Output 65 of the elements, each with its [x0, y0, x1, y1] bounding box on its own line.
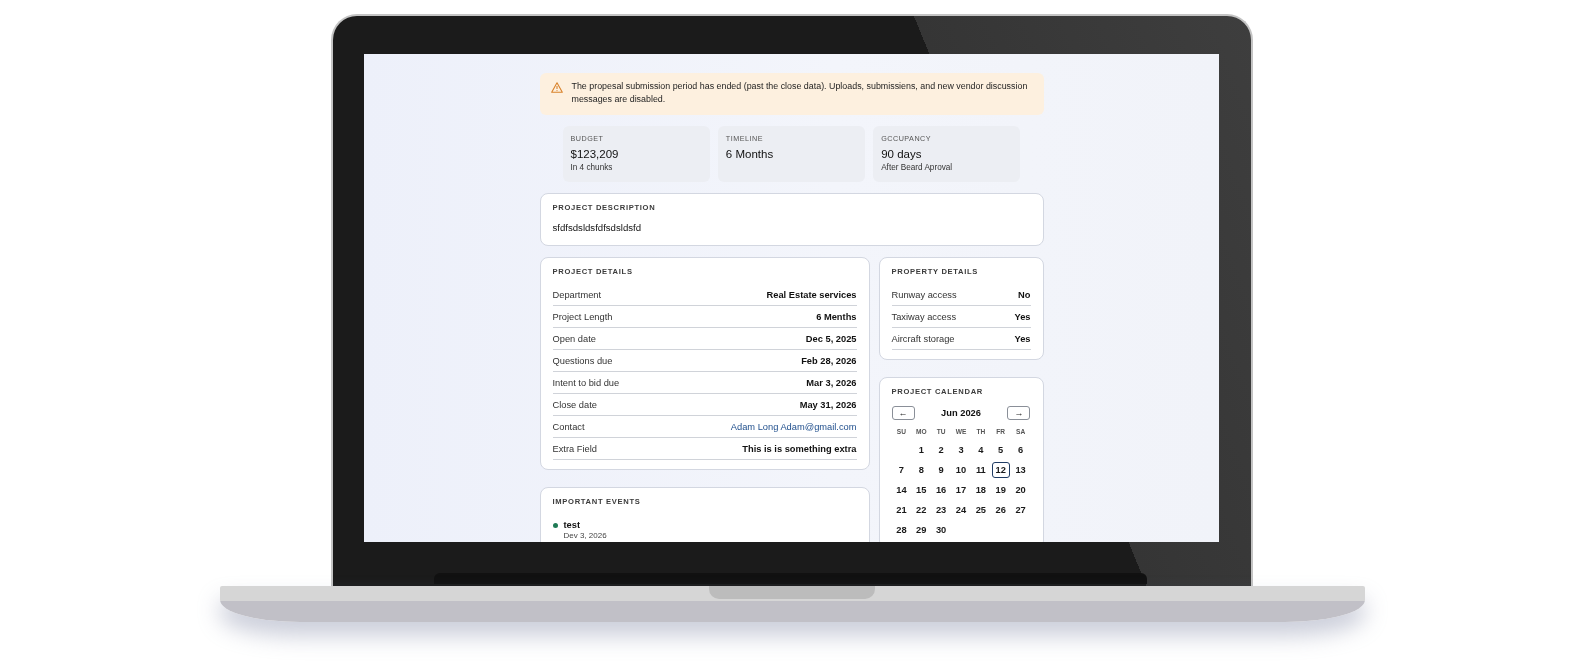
detail-label: Open date: [552, 333, 596, 344]
alert-message: The propesal submission period has ended (past the close data). Uploads, submissiens, and new vendor discussion messages are disabled.: [571, 80, 1029, 106]
detail-label: Contact: [552, 421, 585, 432]
calendar-day[interactable]: 7: [892, 462, 911, 478]
calendar-day[interactable]: 18: [971, 482, 990, 498]
calendar-day[interactable]: 29: [912, 522, 931, 538]
calendar-day[interactable]: 20: [1011, 482, 1030, 498]
calendar-day[interactable]: 13: [1011, 462, 1030, 478]
detail-label: Intent to bid due: [552, 377, 620, 388]
detail-value: Dec 5, 2025: [805, 333, 857, 344]
calendar-day[interactable]: 3: [952, 442, 970, 458]
calendar-day[interactable]: 6: [1011, 442, 1030, 458]
calendar-day[interactable]: 28: [892, 522, 911, 538]
prev-month-button[interactable]: ←: [891, 405, 915, 420]
stat-value: 6 Months: [725, 147, 775, 161]
calendar-day[interactable]: 24: [952, 502, 970, 518]
detail-value: May 31, 2026: [799, 399, 857, 410]
calendar-day[interactable]: 9: [932, 462, 951, 478]
next-month-button[interactable]: →: [1007, 405, 1031, 420]
calendar-day[interactable]: 1: [912, 442, 931, 458]
detail-label: Aircraft storage: [891, 333, 955, 344]
detail-label: Department: [552, 289, 602, 300]
calendar-day[interactable]: 16: [932, 482, 951, 498]
calendar-day[interactable]: 10: [952, 462, 970, 478]
detail-label: Project Length: [552, 311, 613, 322]
event-date: Dev 3, 2026: [563, 531, 607, 541]
contact-link[interactable]: Adam Long Adam@gmail.com: [730, 421, 857, 432]
detail-value: Feb 28, 2026: [801, 355, 857, 366]
calendar-day[interactable]: 19: [991, 482, 1010, 498]
calendar-day[interactable]: 30: [932, 522, 951, 538]
calendar-day[interactable]: 15: [912, 482, 931, 498]
stat-note: In 4 chunks: [570, 163, 614, 173]
calendar-day[interactable]: 17: [952, 482, 970, 498]
warning-icon: [550, 82, 563, 93]
detail-value: Real Estate services: [766, 289, 857, 300]
calendar-day[interactable]: 23: [932, 502, 951, 518]
calendar-day[interactable]: 25: [971, 502, 990, 518]
calendar-day[interactable]: 2: [932, 442, 951, 458]
stat-value: $123,209: [570, 147, 620, 161]
calendar-day[interactable]: 21: [892, 502, 911, 518]
detail-value: 6 Menths: [816, 311, 857, 322]
calendar-day[interactable]: 5: [991, 442, 1010, 458]
event-title: test: [563, 519, 582, 531]
detail-label: Close date: [552, 399, 597, 410]
calendar-month: Jun 2026: [941, 407, 981, 418]
calendar-day[interactable]: 27: [1011, 502, 1030, 518]
detail-label: Runway access: [891, 289, 957, 300]
detail-value: No: [1018, 289, 1031, 300]
calendar-day[interactable]: 11: [971, 462, 990, 478]
calendar-day[interactable]: 26: [991, 502, 1010, 518]
calendar-day[interactable]: 4: [971, 442, 990, 458]
detail-label: Questions due: [552, 355, 613, 366]
detail-value: Yes: [1014, 333, 1031, 344]
detail-label: Taxiway access: [891, 311, 957, 322]
calendar-day[interactable]: 12: [991, 462, 1010, 478]
detail-value: Yes: [1014, 311, 1031, 322]
stat-note: After Beard Aproval: [881, 163, 954, 173]
detail-value: Mar 3, 2026: [806, 377, 857, 388]
description-text: sfdfsdsldsfdfsdsldsfd: [552, 222, 643, 234]
stat-value: 90 days: [881, 147, 923, 161]
detail-label: Extra Field: [552, 443, 597, 454]
detail-value: This is is something extra: [742, 443, 857, 454]
calendar-day[interactable]: 22: [912, 502, 931, 518]
calendar-day[interactable]: 14: [892, 482, 911, 498]
calendar-day[interactable]: 8: [912, 462, 931, 478]
